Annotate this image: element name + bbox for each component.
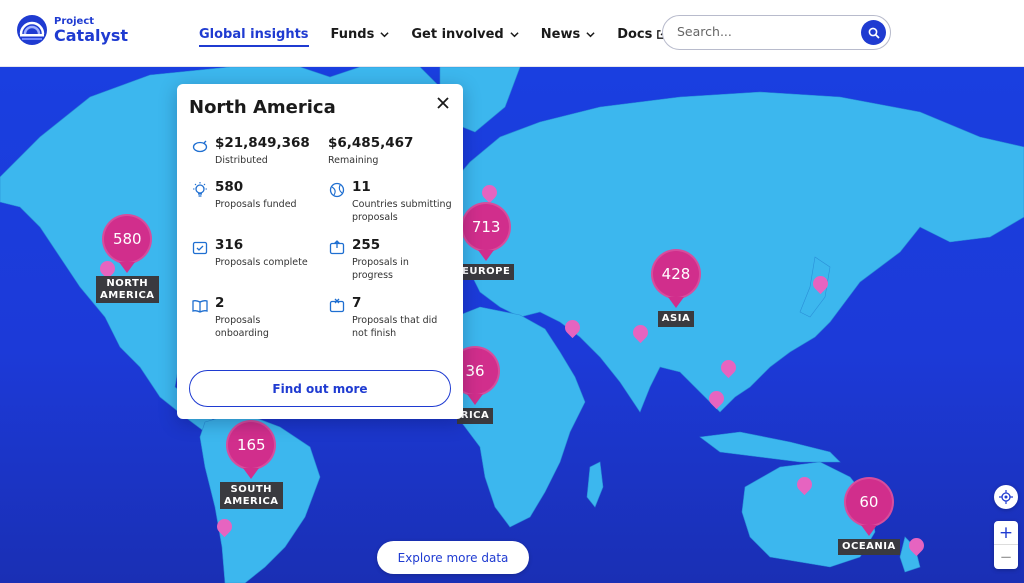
region-detail-panel: North America $21,849,368 Distributed $6,… <box>177 84 463 419</box>
lightbulb-icon <box>193 182 207 197</box>
search-input[interactable] <box>677 24 847 39</box>
region-count: 60 <box>843 477 894 527</box>
stat-distributed: $21,849,368 Distributed <box>191 135 310 167</box>
stat-countries: 11 Countries submitting proposals <box>328 179 464 225</box>
find-out-more-button[interactable]: Find out more <box>189 370 451 407</box>
catalyst-logo-icon <box>17 15 47 45</box>
close-icon <box>437 97 449 109</box>
progress-icon <box>329 240 345 255</box>
nav-label: Docs <box>617 27 653 42</box>
nav-label: Global insights <box>199 27 309 42</box>
nav-docs[interactable]: Docs <box>617 27 667 42</box>
region-pin-south-america[interactable]: 165 SOUTH AMERICA <box>220 420 283 509</box>
explore-more-data-button[interactable]: Explore more data <box>377 541 529 574</box>
stat-proposals-funded: 580 Proposals funded <box>191 179 297 211</box>
nav-get-involved[interactable]: Get involved <box>411 27 519 42</box>
x-box-icon <box>329 298 345 313</box>
stat-proposals-not-finished: 7 Proposals that did not finish <box>328 295 452 341</box>
region-count: 165 <box>226 420 277 470</box>
logo-line-2: Catalyst <box>54 25 129 45</box>
zoom-controls: + − <box>994 521 1018 569</box>
top-header: Project Catalyst Global insights Funds G… <box>0 0 1024 67</box>
check-box-icon <box>192 241 208 255</box>
search-bar <box>662 15 891 50</box>
nav-label: Funds <box>330 27 375 42</box>
chevron-down-icon <box>380 32 389 38</box>
stat-proposals-onboarding: 2 Proposals onboarding <box>191 295 295 341</box>
zoom-in-button[interactable]: + <box>994 521 1018 545</box>
region-label: OCEANIA <box>838 539 900 555</box>
chevron-down-icon <box>510 32 519 38</box>
region-pin-oceania[interactable]: 60 OCEANIA <box>838 477 900 555</box>
region-count: 713 <box>461 202 512 252</box>
locate-button[interactable] <box>994 485 1018 509</box>
stat-proposals-complete: 316 Proposals complete <box>191 237 308 269</box>
stat-proposals-in-progress: 255 Proposals in progress <box>328 237 452 283</box>
region-count: 580 <box>102 214 153 264</box>
region-label: SOUTH AMERICA <box>220 482 283 509</box>
nav-funds[interactable]: Funds <box>331 27 390 42</box>
globe-icon <box>329 182 345 198</box>
region-pin-europe[interactable]: 713 EUROPE <box>458 202 515 280</box>
logo-line-1: Project <box>54 15 95 27</box>
main-nav: Global insights Funds Get involved News … <box>199 22 689 47</box>
search-button[interactable] <box>861 20 886 45</box>
region-label: NORTH AMERICA <box>96 276 159 303</box>
book-icon <box>192 300 208 313</box>
nav-global-insights[interactable]: Global insights <box>199 27 309 47</box>
piggy-bank-icon <box>192 140 208 153</box>
locate-icon <box>999 490 1013 504</box>
nav-news[interactable]: News <box>541 27 595 42</box>
nav-label: Get involved <box>411 27 504 42</box>
stat-remaining: $6,485,467 Remaining <box>328 135 414 166</box>
zoom-out-button[interactable]: − <box>994 545 1018 569</box>
chevron-down-icon <box>586 32 595 38</box>
region-count: 428 <box>651 249 701 299</box>
region-label: ASIA <box>657 311 695 327</box>
region-label: EUROPE <box>458 264 515 280</box>
close-button[interactable] <box>433 93 453 113</box>
nav-label: News <box>540 27 581 42</box>
search-icon <box>868 27 880 39</box>
region-pin-north-america[interactable]: 580 NORTH AMERICA <box>96 214 159 303</box>
panel-title: North America <box>189 97 336 118</box>
world-map[interactable]: 580 NORTH AMERICA 713 EUROPE 428 ASIA 36 … <box>0 67 1024 583</box>
project-catalyst-logo[interactable]: Project Catalyst <box>16 14 128 46</box>
region-pin-asia[interactable]: 428 ASIA <box>651 249 701 327</box>
